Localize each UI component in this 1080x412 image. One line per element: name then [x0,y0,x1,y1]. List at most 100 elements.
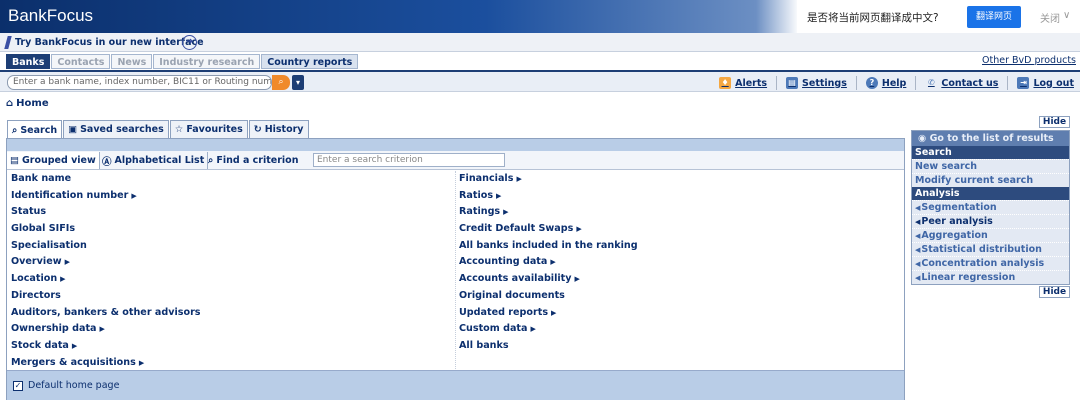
tab-industry-research[interactable]: Industry research [153,54,261,69]
criterion-original-documents[interactable]: Original documents [459,288,638,305]
analysis-peer-analysis[interactable]: ◀Peer analysis [912,214,1069,228]
goto-results-link[interactable]: ◉ Go to the list of results [912,131,1069,146]
criterion-stock-data[interactable]: Stock data ▶ [11,338,201,355]
side-menu: ◉ Go to the list of results Search New s… [911,130,1070,285]
logout-link[interactable]: ⇥ Log out [1017,76,1074,90]
tab-find-criterion-label: Find a criterion [216,155,299,166]
translate-question: 是否将当前网页翻译成中文? [807,12,939,24]
translate-close-button[interactable]: 关闭 [1040,10,1060,25]
default-home-label: Default home page [28,380,120,391]
criterion-ratings[interactable]: Ratings ▶ [459,204,638,221]
expand-arrow-icon: ▶ [574,275,580,284]
hide-button[interactable]: Hide [1039,116,1070,128]
triangle-left-icon: ◀ [915,274,921,282]
dropdown-icon[interactable]: ▾ [292,75,304,90]
criterion-directors[interactable]: Directors [11,288,201,305]
criterion-credit-default-swaps[interactable]: Credit Default Swaps ▶ [459,221,638,238]
modify-search-link[interactable]: Modify current search [912,173,1069,187]
tab-banks[interactable]: Banks [6,54,51,69]
breadcrumb-home[interactable]: Home [16,98,48,109]
criterion-bank-name[interactable]: Bank name [11,171,201,188]
bank-search-input[interactable]: Enter a bank name, index number, BIC11 o… [7,75,272,90]
criterion-custom-data[interactable]: Custom data ▶ [459,321,638,338]
history-icon: ↻ [253,124,262,135]
separator [776,76,778,90]
triangle-left-icon: ◀ [915,246,921,254]
criterion-label: Overview [11,256,62,268]
analysis-concentration-analysis[interactable]: ◀Concentration analysis [912,256,1069,270]
criterion-identification-number[interactable]: Identification number ▶ [11,188,201,205]
search-icon[interactable]: ⌕ [272,75,290,90]
analysis-aggregation[interactable]: ◀Aggregation [912,228,1069,242]
tab-find-criterion[interactable]: ⌕ Find a criterion [205,152,301,169]
tab-contacts[interactable]: Contacts [51,54,111,69]
search-icon: ⌕ [12,124,18,136]
tab-alphabetical-list[interactable]: Ⓐ Alphabetical List [99,152,209,169]
tab-favourites[interactable]: ☆ Favourites [169,120,248,138]
tab-grouped-view[interactable]: ▤ Grouped view [7,152,100,169]
criterion-financials[interactable]: Financials ▶ [459,171,638,188]
phone-icon: ✆ [927,78,935,87]
try-new-interface-link[interactable]: Try BankFocus in our new interface [15,37,204,48]
criterion-label: Stock data [11,339,69,351]
criterion-label: All banks included in the ranking [459,239,638,251]
criterion-label: Bank name [11,173,72,184]
criterion-mergers-acquisitions[interactable]: Mergers & acquisitions ▶ [11,355,201,372]
criterion-global-sifis[interactable]: Global SIFIs [11,221,201,238]
expand-arrow-icon: ▶ [138,358,145,367]
criterion-ownership-data[interactable]: Ownership data ▶ [11,321,201,338]
hide-button-bottom[interactable]: Hide [1039,286,1070,298]
criterion-specialisation[interactable]: Specialisation [11,238,201,255]
alerts-label: Alerts [735,77,768,89]
triangle-left-icon: ◀ [915,260,921,268]
criterion-label: Ratings [459,206,501,218]
contact-link[interactable]: ✆ Contact us [925,76,998,90]
criterion-label: Updated reports [459,306,549,318]
criterion-label: Directors [11,289,61,301]
criterion-status[interactable]: Status [11,204,201,221]
expand-arrow-icon: ▶ [64,258,70,267]
side-search-header: Search [912,146,1069,159]
criterion-label: Auditors, bankers & other advisors [11,306,201,318]
separator [915,76,917,90]
criterion-label: Financials [459,173,514,184]
alerts-link[interactable]: ♦ Alerts [719,76,767,90]
tab-saved-searches[interactable]: ▣ Saved searches [63,120,169,138]
analysis-linear-regression[interactable]: ◀Linear regression [912,270,1069,284]
criterion-all-banks-included-in-the-ranking[interactable]: All banks included in the ranking [459,238,638,255]
tab-search[interactable]: ⌕ Search [7,120,63,139]
criterion-auditors-bankers-other-advisors[interactable]: Auditors, bankers & other advisors [11,305,201,322]
criterion-accounts-availability[interactable]: Accounts availability ▶ [459,271,638,288]
criterion-label: Location [11,273,58,285]
home-icon[interactable]: ⌂ [6,98,13,109]
expand-arrow-icon: ▶ [576,225,582,234]
results-icon: ◉ [918,133,930,144]
triangle-left-icon: ◀ [915,218,921,226]
expand-arrow-icon: ▶ [503,208,509,217]
analysis-segmentation[interactable]: ◀Segmentation [912,200,1069,214]
criterion-accounting-data[interactable]: Accounting data ▶ [459,254,638,271]
criterion-all-banks[interactable]: All banks [459,338,638,355]
expand-arrow-icon: ▶ [550,258,556,267]
criterion-updated-reports[interactable]: Updated reports ▶ [459,305,638,322]
chevron-down-icon[interactable]: ∨ [1063,10,1070,21]
default-home-page[interactable]: ✓ Default home page [13,380,119,391]
criterion-search-input[interactable]: Enter a search criterion [313,153,505,167]
criterion-location[interactable]: Location ▶ [11,271,201,288]
settings-label: Settings [802,77,847,89]
help-link[interactable]: ? Help [865,76,906,90]
arrow-right-circle-icon[interactable]: ➜ [182,35,197,50]
new-search-link[interactable]: New search [912,159,1069,173]
tab-country-reports[interactable]: Country reports [261,54,359,69]
default-home-checkbox[interactable]: ✓ [13,380,23,391]
translate-button[interactable]: 翻译网页 [967,6,1021,28]
other-products-link[interactable]: Other BvD products [982,55,1076,66]
tab-news[interactable]: News [111,54,153,69]
binoculars-icon: ⌕ [208,155,214,166]
criterion-ratios[interactable]: Ratios ▶ [459,188,638,205]
criterion-overview[interactable]: Overview ▶ [11,254,201,271]
translate-bar: 是否将当前网页翻译成中文? 翻译网页 关闭 ∨ [797,0,1080,33]
analysis-statistical-distribution[interactable]: ◀Statistical distribution [912,242,1069,256]
tab-history[interactable]: ↻ History [248,120,309,138]
settings-link[interactable]: ▤ Settings [786,76,847,90]
